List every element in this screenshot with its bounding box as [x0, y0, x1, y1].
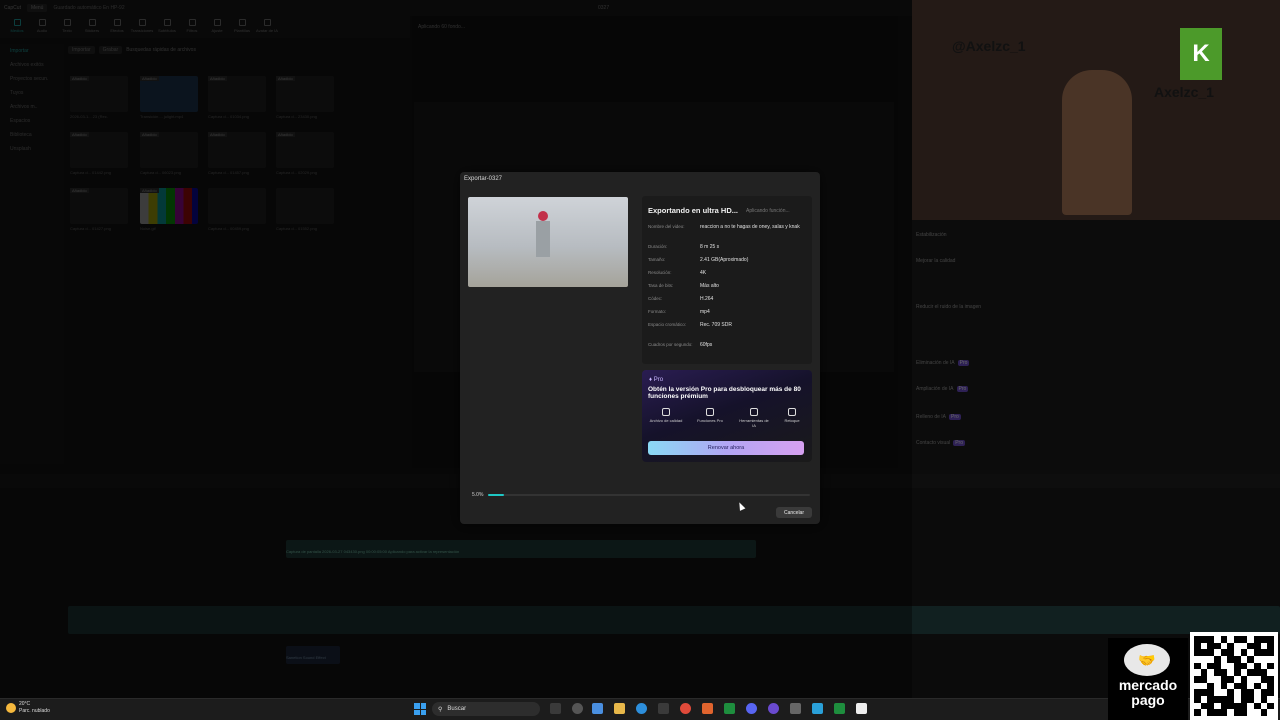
- field-value-resolution: 4K: [700, 270, 707, 276]
- capcut-icon[interactable]: [856, 703, 867, 714]
- obs-icon[interactable]: [768, 703, 779, 714]
- prop-stabilization[interactable]: Estabilización: [916, 232, 947, 238]
- export-heading: Exportando en ultra HD...: [648, 206, 739, 215]
- prop-enhance-quality[interactable]: Mejorar la calidad: [916, 258, 955, 264]
- field-value-duration: 8 m 25 s: [700, 244, 720, 250]
- grid-icon: [706, 408, 714, 416]
- prop-reduce-noise[interactable]: Reducir el ruido de la imagen: [916, 304, 981, 310]
- app-icon[interactable]: [812, 703, 823, 714]
- quality-icon: [662, 408, 670, 416]
- field-value-format: mp4: [700, 309, 710, 315]
- file-explorer-icon[interactable]: [614, 703, 625, 714]
- edge-browser-icon[interactable]: [636, 703, 647, 714]
- prop-eye-contact[interactable]: Contacto visual Pro: [916, 440, 965, 446]
- retouch-icon: [788, 408, 796, 416]
- prop-ai-fill[interactable]: Relleno de IA Pro: [916, 414, 961, 420]
- feature-retouch: Retoque: [775, 408, 809, 423]
- properties-panel: Estabilización Mejorar la calidad Reduci…: [900, 220, 1280, 470]
- pro-badge: Pro: [953, 440, 965, 446]
- field-value-bitrate: Más alto: [700, 283, 719, 289]
- field-value-fps: 60fps: [700, 342, 713, 348]
- webcam-overlay: @Axelzc_1 K Axelzc_1: [912, 0, 1280, 220]
- pro-badge: Pro: [957, 360, 970, 366]
- search-icon: ⚲: [438, 706, 443, 713]
- streamer-figure: [1062, 70, 1132, 215]
- mercado-pago-logo: 🤝 mercado pago: [1108, 638, 1188, 720]
- windows-start-icon[interactable]: [414, 703, 426, 715]
- pro-promo-title: Obtén la versión Pro para desbloquear má…: [648, 386, 801, 400]
- weather-icon: [6, 703, 16, 713]
- field-key: Tasa de bits:: [648, 283, 674, 288]
- qr-code: [1190, 632, 1278, 720]
- magic-wand-icon: [750, 408, 758, 416]
- taskbar-search[interactable]: ⚲ Buscar: [432, 702, 540, 716]
- field-key: Formato:: [648, 309, 667, 314]
- feature-pro: Funciones Pro: [693, 408, 727, 423]
- thumbnail-figure-head: [538, 211, 548, 221]
- weather-widget[interactable]: 20°C Parc. nublado: [6, 701, 50, 715]
- field-key: Códec:: [648, 296, 663, 301]
- cancel-button[interactable]: Cancelar: [776, 507, 812, 518]
- prop-ai-remove[interactable]: Eliminación de IA Pro: [916, 360, 970, 366]
- field-key: Nombre del video:: [648, 224, 685, 229]
- field-key: Espacio cromático:: [648, 322, 687, 327]
- export-progress-percent: 5.0%: [472, 492, 484, 498]
- export-info-panel: [642, 196, 812, 364]
- gear-icon[interactable]: [790, 703, 801, 714]
- field-key: Duración:: [648, 244, 668, 249]
- field-value-colorspace: Rec. 709 SDR: [700, 322, 732, 328]
- channel-name: Axelzc_1: [1154, 84, 1214, 100]
- excel-icon[interactable]: [724, 703, 735, 714]
- pro-badge: ♦ Pro: [649, 377, 664, 383]
- field-key: Tamaño:: [648, 257, 666, 262]
- qr-code-grid: [1194, 636, 1274, 716]
- discord-icon[interactable]: [746, 703, 757, 714]
- weather-temp: 20°C: [19, 701, 31, 707]
- feature-quality: Archivo de calidad: [649, 408, 683, 423]
- weather-desc: Parc. nublado: [19, 708, 50, 714]
- task-view-icon[interactable]: [550, 703, 561, 714]
- export-progress-bar: [488, 494, 810, 496]
- export-progress-fill: [488, 494, 505, 496]
- brave-icon[interactable]: [702, 703, 713, 714]
- field-value-codec: H.264: [700, 296, 714, 302]
- feature-ai-tools: Herramientas de IA: [737, 408, 771, 428]
- renew-now-button[interactable]: Renovar ahora: [648, 441, 804, 455]
- app-icon[interactable]: [592, 703, 603, 714]
- field-value-name: reaccion a no te hagas de oney, salas y …: [700, 224, 800, 230]
- chrome-icon[interactable]: [680, 703, 691, 714]
- pro-badge: Pro: [949, 414, 961, 420]
- instagram-handle: @Axelzc_1: [952, 38, 1026, 54]
- xbox-icon[interactable]: [834, 703, 845, 714]
- store-icon[interactable]: [658, 703, 669, 714]
- channel-logo-icon: K: [1180, 28, 1222, 80]
- pro-badge: Pro: [956, 386, 969, 392]
- field-value-size: 2.41 GB(Aproximado): [700, 257, 749, 263]
- export-preview-thumbnail: [468, 197, 628, 287]
- dialog-title: Exportar-0327: [464, 176, 503, 182]
- prop-ai-expand[interactable]: Ampliación de IA Pro: [916, 386, 969, 392]
- handshake-icon: 🤝: [1124, 644, 1170, 676]
- thumbnail-figure-body: [536, 221, 550, 257]
- export-subheading: Aplicando función...: [746, 208, 790, 214]
- settings-app-icon[interactable]: [572, 703, 583, 714]
- field-key: Resolución:: [648, 270, 672, 275]
- field-key: Cuadros por segundo:: [648, 342, 693, 347]
